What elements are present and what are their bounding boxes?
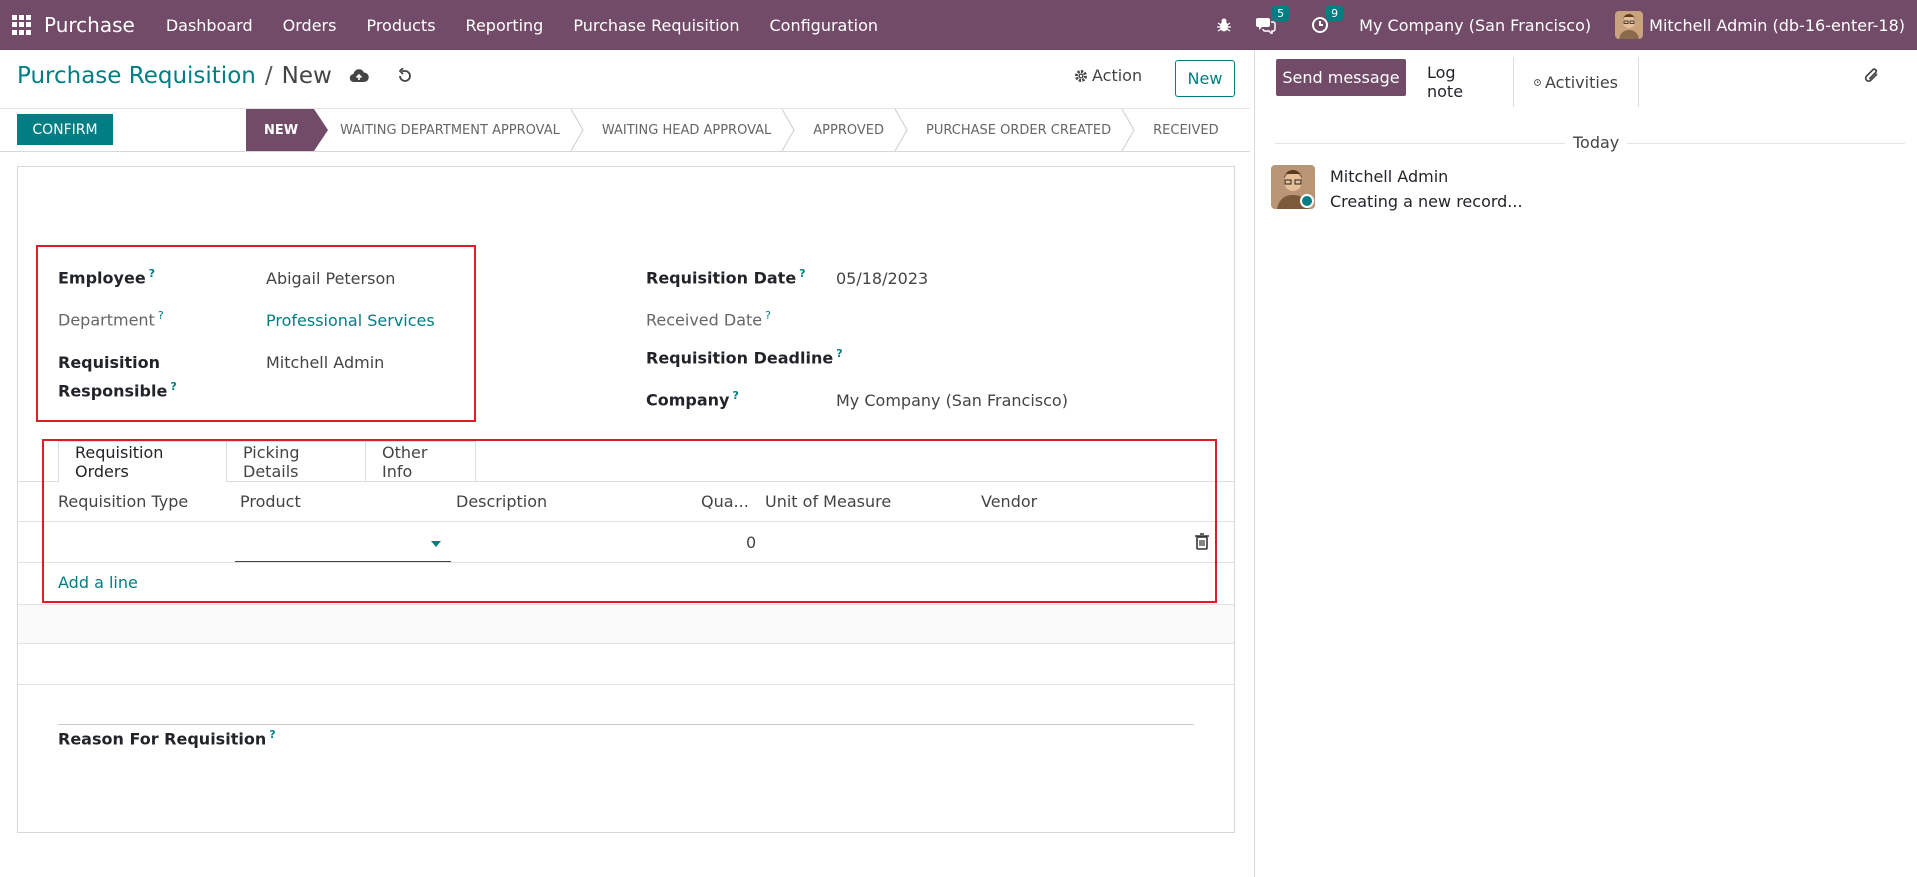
tab-requisition-orders[interactable]: Requisition Orders	[58, 441, 227, 482]
company-field[interactable]: My Company (San Francisco)	[836, 391, 1068, 410]
breadcrumb-current: New	[281, 63, 332, 89]
stage-label: RECEIVED	[1153, 122, 1219, 138]
company-label: Company?	[646, 389, 739, 409]
help-tooltip-icon[interactable]: ?	[765, 309, 771, 322]
status-row: CONFIRM NEW WAITING DEPARTMENT APPROVAL …	[0, 108, 1250, 152]
status-bar: NEW WAITING DEPARTMENT APPROVAL WAITING …	[246, 109, 1219, 151]
stage-received[interactable]: RECEIVED	[1127, 109, 1219, 151]
reason-separator	[58, 724, 1194, 725]
stage-waiting-department-approval[interactable]: WAITING DEPARTMENT APPROVAL	[314, 109, 584, 151]
send-message-button[interactable]: Send message	[1276, 59, 1406, 96]
table-empty-row	[18, 605, 1234, 643]
apps-menu-icon[interactable]	[12, 15, 32, 35]
top-navbar: Purchase Dashboard Orders Products Repor…	[0, 0, 1917, 50]
reason-textarea[interactable]	[58, 756, 1194, 816]
breadcrumb-parent[interactable]: Purchase Requisition	[17, 63, 256, 89]
requisition-deadline-label: Requisition Deadline?	[646, 347, 843, 367]
stage-approved[interactable]: APPROVED	[787, 109, 908, 151]
received-date-label: Received Date?	[646, 309, 771, 329]
help-tooltip-icon[interactable]: ?	[732, 389, 738, 402]
menu-reporting[interactable]: Reporting	[451, 16, 559, 35]
user-avatar[interactable]	[1615, 11, 1644, 39]
activities-button[interactable]: Activities	[1514, 57, 1639, 107]
chatter-divider	[1254, 50, 1255, 877]
message-author[interactable]: Mitchell Admin	[1330, 167, 1448, 186]
requisition-date-label: Requisition Date?	[646, 267, 806, 287]
stage-label: PURCHASE ORDER CREATED	[926, 122, 1112, 138]
reason-for-requisition-label: Reason For Requisition?	[58, 728, 276, 748]
requisition-date-label-text: Requisition Date	[646, 268, 797, 288]
online-status-icon	[1300, 194, 1314, 208]
messages-count-badge: 5	[1272, 6, 1290, 21]
table-divider	[18, 684, 1234, 685]
messages-icon[interactable]: 5	[1255, 6, 1290, 36]
activities-clock-icon[interactable]: 9	[1309, 6, 1344, 36]
help-tooltip-icon[interactable]: ?	[799, 267, 805, 280]
reason-label-text: Reason For Requisition	[58, 729, 267, 749]
action-label: Action	[1092, 66, 1143, 85]
stage-waiting-head-approval[interactable]: WAITING HEAD APPROVAL	[576, 109, 795, 151]
table-divider	[18, 643, 1234, 644]
bug-icon[interactable]	[1213, 14, 1235, 36]
gear-icon	[1075, 69, 1087, 82]
discard-undo-icon[interactable]	[394, 65, 416, 87]
log-note-button[interactable]: Log note	[1407, 57, 1514, 107]
menu-dashboard[interactable]: Dashboard	[151, 16, 268, 35]
menu-purchase-requisition[interactable]: Purchase Requisition	[558, 16, 754, 35]
activities-count-badge: 9	[1326, 6, 1344, 21]
menu-products[interactable]: Products	[351, 16, 450, 35]
confirm-button[interactable]: CONFIRM	[17, 114, 113, 145]
date-separator: Today	[1565, 133, 1628, 152]
action-menu-button[interactable]: Action	[1074, 66, 1142, 85]
user-menu[interactable]: Mitchell Admin (db-16-enter-18)	[1649, 16, 1905, 35]
save-cloud-icon[interactable]	[348, 65, 370, 87]
highlight-box-employee-group	[36, 245, 476, 422]
received-date-field[interactable]	[836, 311, 1036, 331]
help-tooltip-icon[interactable]: ?	[269, 728, 275, 741]
stage-new[interactable]: NEW	[246, 109, 329, 151]
menu-configuration[interactable]: Configuration	[754, 16, 893, 35]
requisition-date-field[interactable]: 05/18/2023	[836, 269, 928, 288]
stage-label: APPROVED	[813, 122, 885, 138]
message-body: Creating a new record...	[1330, 192, 1523, 211]
menu-orders[interactable]: Orders	[268, 16, 352, 35]
stage-label: WAITING HEAD APPROVAL	[601, 122, 772, 138]
stage-purchase-order-created[interactable]: PURCHASE ORDER CREATED	[900, 109, 1135, 151]
clock-icon	[1534, 78, 1541, 86]
paperclip-attachment-icon[interactable]	[1862, 65, 1882, 89]
stage-label: WAITING DEPARTMENT APPROVAL	[340, 122, 560, 138]
received-date-label-text: Received Date	[646, 310, 763, 330]
breadcrumb: Purchase Requisition / New	[17, 63, 416, 89]
company-label-text: Company	[646, 390, 730, 410]
company-switcher[interactable]: My Company (San Francisco)	[1359, 16, 1591, 35]
new-record-button[interactable]: New	[1175, 60, 1235, 97]
breadcrumb-separator: /	[264, 63, 273, 89]
requisition-deadline-label-text: Requisition Deadline	[646, 348, 834, 368]
app-brand[interactable]: Purchase	[44, 13, 135, 37]
requisition-deadline-field[interactable]	[836, 349, 1036, 369]
activities-label: Activities	[1545, 72, 1618, 92]
